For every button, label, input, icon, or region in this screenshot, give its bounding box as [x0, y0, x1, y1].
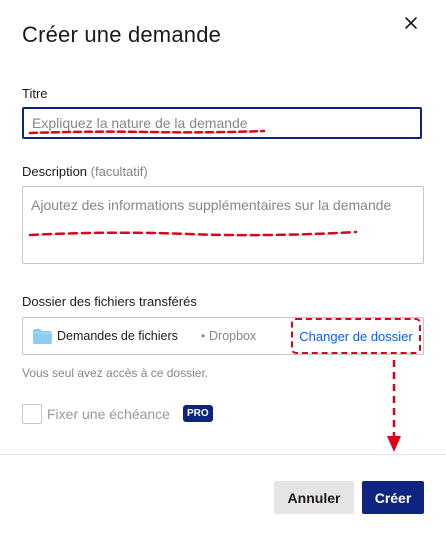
close-button[interactable]	[400, 12, 422, 34]
folder-location: Dropbox	[209, 329, 257, 343]
folder-separator: •	[201, 329, 206, 343]
title-field-label: Titre	[22, 86, 48, 101]
description-textarea[interactable]	[22, 186, 424, 264]
create-request-dialog: Créer une demande Titre Description (fac…	[0, 0, 446, 536]
cancel-button[interactable]: Annuler	[274, 481, 354, 514]
arrow-annotation	[387, 360, 401, 452]
folder-icon	[33, 329, 52, 344]
deadline-checkbox[interactable]	[22, 404, 42, 424]
change-folder-button[interactable]: Changer de dossier	[291, 318, 421, 354]
pro-badge: PRO	[183, 405, 213, 422]
folder-name: Demandes de fichiers	[57, 329, 178, 343]
description-optional-hint: (facultatif)	[90, 164, 148, 179]
title-input[interactable]	[22, 107, 422, 139]
create-button[interactable]: Créer	[362, 481, 424, 514]
description-field-label: Description (facultatif)	[22, 164, 148, 179]
folder-access-note: Vous seul avez accès à ce dossier.	[22, 366, 209, 380]
dialog-title: Créer une demande	[22, 22, 222, 47]
folder-field-label: Dossier des fichiers transférés	[22, 294, 197, 309]
description-label-text: Description	[22, 164, 88, 179]
close-icon	[405, 17, 417, 29]
footer-divider	[0, 454, 446, 455]
deadline-label: Fixer une échéance	[47, 406, 170, 422]
